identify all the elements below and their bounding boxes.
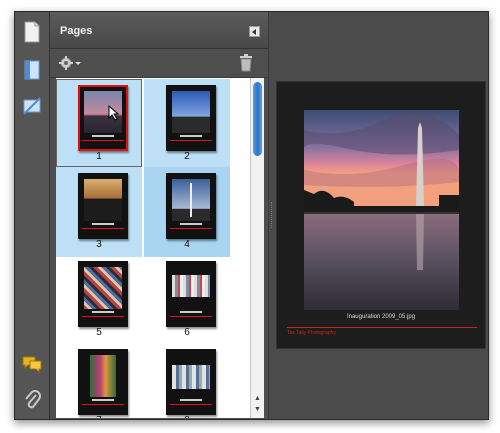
rule-line xyxy=(170,316,212,317)
caption-line xyxy=(180,135,202,137)
document-page: Inauguration 2009_05.jpg Taz Tally Photo… xyxy=(276,81,486,349)
rule-line xyxy=(82,140,124,141)
cursor-arrow-icon xyxy=(108,105,120,121)
photo-credit: Taz Tally Photography xyxy=(287,330,336,336)
photo xyxy=(90,355,116,397)
credit-rule xyxy=(287,327,477,328)
rule-line xyxy=(170,404,212,405)
page-number: 2 xyxy=(184,151,190,162)
rule-line xyxy=(82,316,124,317)
page-image xyxy=(78,173,128,239)
page-image xyxy=(166,173,216,239)
photo xyxy=(172,275,210,297)
page-number: 4 xyxy=(184,239,190,250)
page-number: 6 xyxy=(184,327,190,338)
document-photo xyxy=(304,110,459,310)
page-image xyxy=(78,261,128,327)
caption-line xyxy=(180,399,202,401)
page-thumbnail[interactable]: 3 xyxy=(56,167,142,257)
page-thumbnail[interactable]: 4 xyxy=(144,167,230,257)
scroll-thumb[interactable] xyxy=(253,82,262,156)
signatures-icon[interactable] xyxy=(20,94,44,118)
splitter-grip xyxy=(271,202,275,228)
caption-line xyxy=(180,223,202,225)
page-image xyxy=(166,85,216,151)
pages-icon[interactable] xyxy=(20,20,44,44)
delete-pages-button[interactable] xyxy=(238,54,254,72)
caption-line xyxy=(180,311,202,313)
photo xyxy=(84,179,122,221)
comments-icon[interactable] xyxy=(20,352,44,376)
rule-line xyxy=(170,228,212,229)
navigation-toolstrip xyxy=(15,12,50,419)
page-image xyxy=(166,349,216,415)
attachments-icon[interactable] xyxy=(20,388,44,412)
thumbnails-list[interactable]: 1 2 3 4 5 6 xyxy=(56,78,250,418)
page-thumbnail[interactable]: 8 xyxy=(144,343,230,418)
bookmarks-icon[interactable] xyxy=(20,58,44,82)
scroll-down-arrow[interactable]: ▼ xyxy=(253,405,262,414)
panel-header: Pages xyxy=(50,12,268,49)
page-number: 8 xyxy=(144,415,230,418)
options-menu-button[interactable] xyxy=(58,55,82,71)
app-window: Pages 1 2 3 4 5 6 ▲ ▼ Inauguration 2009_… xyxy=(14,11,489,420)
rule-line xyxy=(170,140,212,141)
page-number: 7 xyxy=(56,415,142,418)
pages-panel: Pages 1 2 3 4 5 6 ▲ ▼ xyxy=(50,12,268,419)
page-image xyxy=(166,261,216,327)
trash-icon xyxy=(240,54,252,72)
document-view: Inauguration 2009_05.jpg Taz Tally Photo… xyxy=(276,12,488,419)
page-number: 3 xyxy=(96,239,102,250)
photo xyxy=(172,365,210,389)
caption-line xyxy=(92,399,114,401)
monument xyxy=(190,183,192,217)
photo xyxy=(84,267,122,309)
caption-line xyxy=(92,223,114,225)
collapse-arrow-icon xyxy=(252,28,256,35)
page-thumbnail[interactable]: 2 xyxy=(144,79,230,169)
scroll-up-arrow[interactable]: ▲ xyxy=(253,394,262,403)
collapse-panel-button[interactable] xyxy=(249,26,260,37)
panel-options-bar xyxy=(50,49,268,78)
page-thumbnail[interactable]: 7 xyxy=(56,343,142,418)
page-thumbnail[interactable]: 1 xyxy=(56,79,142,169)
page-number: 1 xyxy=(96,151,102,162)
page-thumbnail[interactable]: 5 xyxy=(56,255,142,345)
page-thumbnail[interactable]: 6 xyxy=(144,255,230,345)
rule-line xyxy=(82,404,124,405)
gear-icon xyxy=(59,56,81,70)
thumbnails-scrollbar[interactable]: ▲ ▼ xyxy=(250,78,264,418)
page-number: 5 xyxy=(96,327,102,338)
panel-title: Pages xyxy=(60,25,93,37)
page-image xyxy=(78,349,128,415)
rule-line xyxy=(82,228,124,229)
caption-line xyxy=(92,135,114,137)
page-image xyxy=(78,85,128,151)
photo xyxy=(172,91,210,133)
photo-caption: Inauguration 2009_05.jpg xyxy=(346,314,416,320)
caption-line xyxy=(92,311,114,313)
